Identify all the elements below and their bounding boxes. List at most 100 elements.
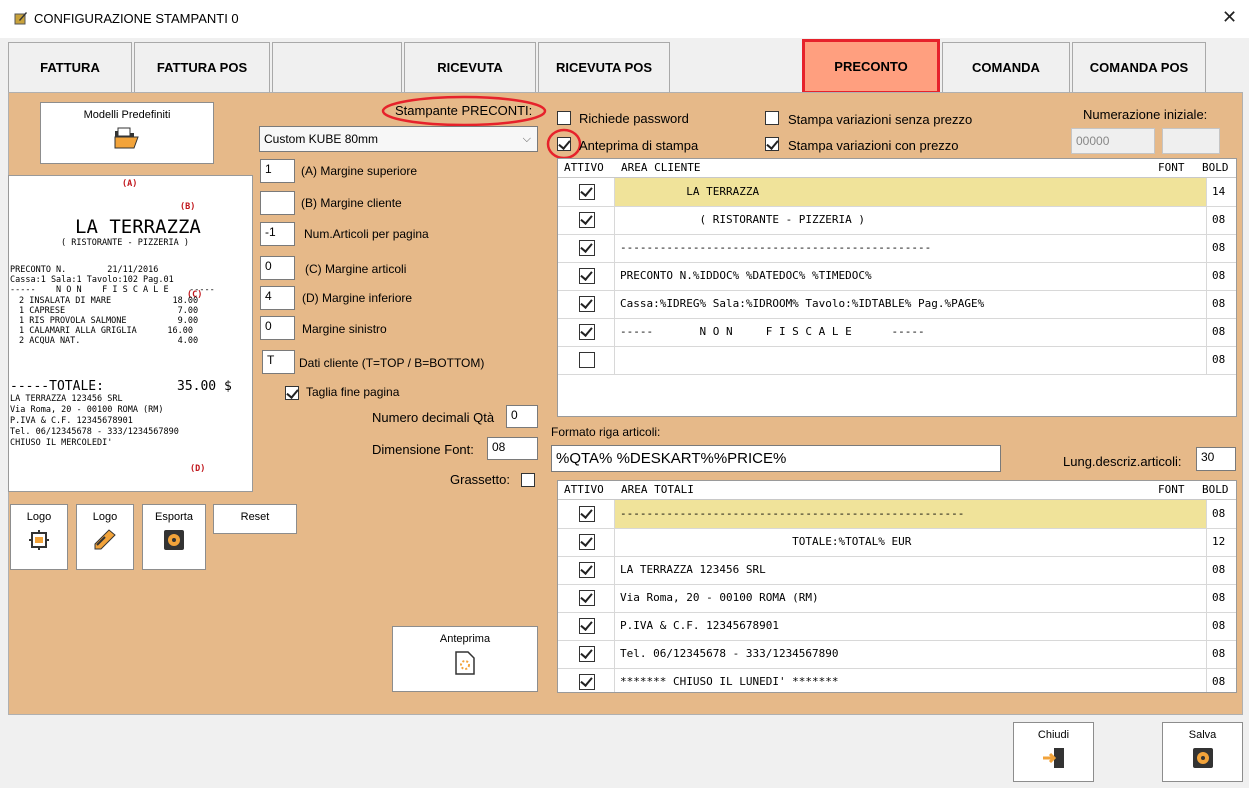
totali-row[interactable]: Via Roma, 20 - 00100 ROMA (RM) 08 xyxy=(558,584,1236,613)
tab-ricevuta[interactable]: RICEVUTA xyxy=(404,42,536,92)
richiede-password-checkbox[interactable] xyxy=(557,111,571,125)
chiudi-label: Chiudi xyxy=(1037,729,1070,741)
receipt-cassa: Cassa:1 Sala:1 Tavolo:102 Pag.01 xyxy=(10,275,174,285)
attivo-checkbox[interactable] xyxy=(579,534,595,550)
totali-row[interactable]: Tel. 06/12345678 - 333/1234567890 08 xyxy=(558,640,1236,669)
area-text-cell[interactable] xyxy=(615,346,1207,374)
margine-inferiore-input[interactable]: 4 xyxy=(260,286,295,310)
header-font: FONT xyxy=(1158,161,1185,174)
area-text-cell[interactable]: PRECONTO N.%IDDOC% %DATEDOC% %TIMEDOC% xyxy=(615,262,1207,290)
cliente-row[interactable]: 08 xyxy=(558,346,1236,375)
area-text-cell[interactable]: ----------------------------------------… xyxy=(615,234,1207,262)
margine-sinistro-input[interactable]: 0 xyxy=(260,316,295,340)
receipt-footer-line: P.IVA & C.F. 12345678901 xyxy=(10,416,133,426)
anteprima-button[interactable]: Anteprima xyxy=(392,626,538,692)
attivo-checkbox[interactable] xyxy=(579,590,595,606)
attivo-checkbox[interactable] xyxy=(579,646,595,662)
cliente-row[interactable]: ----------------------------------------… xyxy=(558,234,1236,263)
totali-row[interactable]: ******* CHIUSO IL LUNEDI' ******* 08 xyxy=(558,668,1236,692)
area-text-cell[interactable]: ******* CHIUSO IL LUNEDI' ******* xyxy=(615,668,1207,692)
totali-row[interactable]: ----------------------------------------… xyxy=(558,500,1236,529)
area-text-cell[interactable]: LA TERRAZZA 123456 SRL xyxy=(615,556,1207,584)
font-cell[interactable]: 08 xyxy=(1208,346,1236,374)
attivo-checkbox[interactable] xyxy=(579,618,595,634)
attivo-checkbox[interactable] xyxy=(579,506,595,522)
attivo-checkbox[interactable] xyxy=(579,240,595,256)
cliente-row[interactable]: PRECONTO N.%IDDOC% %DATEDOC% %TIMEDOC% 08 xyxy=(558,262,1236,291)
tab-ricevuta-pos[interactable]: RICEVUTA POS xyxy=(538,42,670,92)
area-text-cell[interactable]: ----- N O N F I S C A L E ----- xyxy=(615,318,1207,346)
attivo-checkbox[interactable] xyxy=(579,674,595,690)
margine-superiore-input[interactable]: 1 xyxy=(260,159,295,183)
attivo-checkbox[interactable] xyxy=(579,324,595,340)
logo-top-button[interactable]: Logo xyxy=(10,504,68,570)
cliente-row[interactable]: ----- N O N F I S C A L E ----- 08 xyxy=(558,318,1236,347)
dati-cliente-input[interactable]: T xyxy=(262,350,295,374)
tab-preconto[interactable]: PRECONTO xyxy=(802,39,940,94)
modelli-predefiniti-button[interactable]: Modelli Predefiniti xyxy=(40,102,214,164)
lung-descriz-input[interactable]: 30 xyxy=(1196,447,1236,471)
font-cell[interactable]: 08 xyxy=(1208,612,1236,640)
attivo-checkbox[interactable] xyxy=(579,268,595,284)
tab-fattura-pos[interactable]: FATTURA POS xyxy=(134,42,270,92)
area-text-cell[interactable]: Tel. 06/12345678 - 333/1234567890 xyxy=(615,640,1207,668)
numerazione-extra-input[interactable] xyxy=(1162,128,1220,154)
font-cell[interactable]: 08 xyxy=(1208,556,1236,584)
font-cell[interactable]: 08 xyxy=(1208,584,1236,612)
tab-comanda-pos[interactable]: COMANDA POS xyxy=(1072,42,1206,92)
attivo-checkbox[interactable] xyxy=(579,562,595,578)
decimali-input[interactable]: 0 xyxy=(506,405,538,428)
stampa-senza-prezzo-checkbox[interactable] xyxy=(765,111,779,125)
attivo-checkbox[interactable] xyxy=(579,296,595,312)
numerazione-input[interactable]: 00000 xyxy=(1071,128,1155,154)
margine-articoli-input[interactable]: 0 xyxy=(260,256,295,280)
tab-empty[interactable] xyxy=(272,42,402,92)
attivo-checkbox[interactable] xyxy=(579,184,595,200)
logo-edit-button[interactable]: Logo xyxy=(76,504,134,570)
cliente-row[interactable]: Cassa:%IDREG% Sala:%IDROOM% Tavolo:%IDTA… xyxy=(558,290,1236,319)
tab-comanda[interactable]: COMANDA xyxy=(942,42,1070,92)
font-cell[interactable]: 08 xyxy=(1208,640,1236,668)
area-text-cell[interactable]: ----------------------------------------… xyxy=(615,500,1207,528)
font-cell[interactable]: 12 xyxy=(1208,528,1236,556)
stampa-con-prezzo-checkbox[interactable] xyxy=(765,137,779,151)
font-cell[interactable]: 08 xyxy=(1208,262,1236,290)
totali-row[interactable]: TOTALE:%TOTAL% EUR 12 xyxy=(558,528,1236,557)
margine-cliente-input[interactable] xyxy=(260,191,295,215)
font-cell[interactable]: 08 xyxy=(1208,234,1236,262)
salva-button[interactable]: Salva xyxy=(1162,722,1243,782)
area-totali-grid[interactable]: ATTIVO AREA TOTALI FONT BOLD -----------… xyxy=(557,480,1237,693)
area-text-cell[interactable]: ( RISTORANTE - PIZZERIA ) xyxy=(615,206,1207,234)
area-cliente-grid[interactable]: ATTIVO AREA CLIENTE FONT BOLD LA TERRAZZ… xyxy=(557,158,1237,417)
font-cell[interactable]: 08 xyxy=(1208,500,1236,528)
esporta-button[interactable]: Esporta xyxy=(142,504,206,570)
dimensione-font-input[interactable]: 08 xyxy=(487,437,538,460)
formato-riga-input[interactable]: %QTA% %DESKART%%PRICE% xyxy=(551,445,1001,472)
cliente-row[interactable]: LA TERRAZZA 14 xyxy=(558,178,1236,207)
close-icon[interactable]: ✕ xyxy=(1222,8,1237,26)
font-cell[interactable]: 08 xyxy=(1208,668,1236,692)
printer-select[interactable]: Custom KUBE 80mm ⌵ xyxy=(259,126,538,152)
totali-row[interactable]: P.IVA & C.F. 12345678901 08 xyxy=(558,612,1236,641)
chiudi-button[interactable]: Chiudi xyxy=(1013,722,1094,782)
font-cell[interactable]: 08 xyxy=(1208,318,1236,346)
stampa-senza-prezzo-label: Stampa variazioni senza prezzo xyxy=(788,112,973,127)
area-text-cell[interactable]: LA TERRAZZA xyxy=(615,178,1207,206)
font-cell[interactable]: 14 xyxy=(1208,178,1236,206)
grid-header: ATTIVO AREA TOTALI FONT BOLD xyxy=(558,481,1236,500)
area-text-cell[interactable]: P.IVA & C.F. 12345678901 xyxy=(615,612,1207,640)
attivo-checkbox[interactable] xyxy=(579,352,595,368)
cliente-row[interactable]: ( RISTORANTE - PIZZERIA ) 08 xyxy=(558,206,1236,235)
font-cell[interactable]: 08 xyxy=(1208,290,1236,318)
area-text-cell[interactable]: Cassa:%IDREG% Sala:%IDROOM% Tavolo:%IDTA… xyxy=(615,290,1207,318)
attivo-checkbox[interactable] xyxy=(579,212,595,228)
num-articoli-input[interactable]: -1 xyxy=(260,222,295,246)
grassetto-checkbox[interactable] xyxy=(521,473,535,487)
reset-button[interactable]: Reset xyxy=(213,504,297,534)
area-text-cell[interactable]: Via Roma, 20 - 00100 ROMA (RM) xyxy=(615,584,1207,612)
tab-fattura[interactable]: FATTURA xyxy=(8,42,132,92)
font-cell[interactable]: 08 xyxy=(1208,206,1236,234)
totali-row[interactable]: LA TERRAZZA 123456 SRL 08 xyxy=(558,556,1236,585)
area-text-cell[interactable]: TOTALE:%TOTAL% EUR xyxy=(615,528,1207,556)
taglia-fine-pagina-checkbox[interactable] xyxy=(285,386,299,400)
